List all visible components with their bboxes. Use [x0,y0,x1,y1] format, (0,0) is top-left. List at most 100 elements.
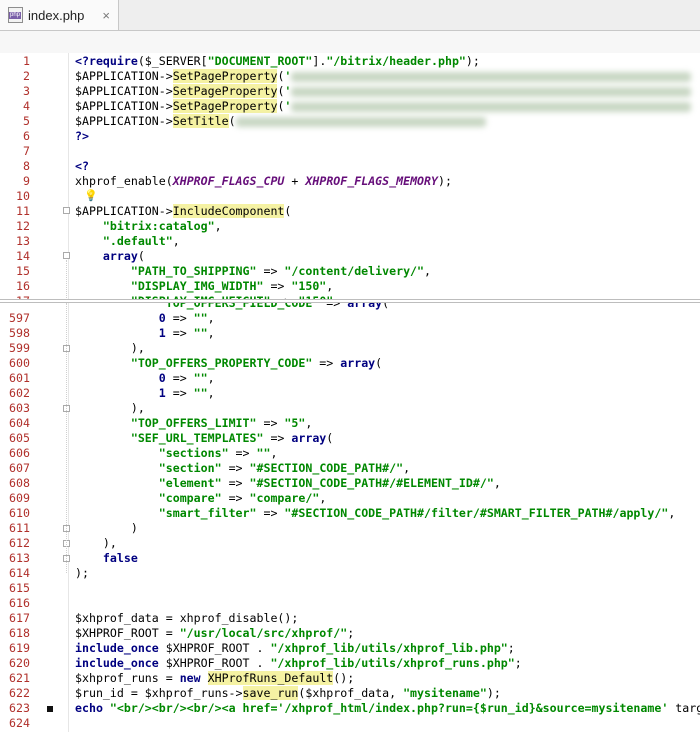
lightbulb-icon[interactable]: 💡 [84,189,98,202]
code-text[interactable]: "TOP_OFFERS_PROPERTY_CODE" => array( [75,356,382,371]
line-number: 621 [9,671,30,685]
code-line[interactable]: 617 $xhprof_data = xhprof_disable(); [0,611,700,626]
code-line[interactable]: 600 "TOP_OFFERS_PROPERTY_CODE" => array( [0,356,700,371]
code-line[interactable]: 1 <?require($_SERVER["DOCUMENT_ROOT"]."/b… [0,54,700,69]
code-line[interactable]: 16 "DISPLAY_IMG_WIDTH" => "150", [0,279,700,294]
code-line[interactable]: 598 1 => "", [0,326,700,341]
code-text[interactable]: include_once $XHPROF_ROOT . "/xhprof_lib… [75,656,522,671]
code-text[interactable]: "PATH_TO_SHIPPING" => "/content/delivery… [75,264,431,279]
code-line[interactable]: 604 "TOP_OFFERS_LIMIT" => "5", [0,416,700,431]
code-text[interactable]: include_once $XHPROF_ROOT . "/xhprof_lib… [75,641,515,656]
code-text[interactable]: $APPLICATION->SetTitle( [75,114,486,129]
editor-pane-top[interactable]: 1 <?require($_SERVER["DOCUMENT_ROOT"]."/b… [0,53,700,300]
close-icon[interactable]: × [102,8,110,23]
code-line[interactable]: 607 "section" => "#SECTION_CODE_PATH#/", [0,461,700,476]
code-line[interactable]: 624 [0,716,700,731]
code-line[interactable]: 606 "sections" => "", [0,446,700,461]
line-number: 598 [9,326,30,340]
code-text[interactable]: $xhprof_data = xhprof_disable(); [75,611,298,626]
code-text[interactable]: ".default", [75,234,180,249]
code-line[interactable]: 622 $run_id = $xhprof_runs->save_run($xhp… [0,686,700,701]
fold-marker-icon[interactable] [63,207,70,214]
line-number: 5 [23,114,30,128]
code-line[interactable]: 11 $APPLICATION->IncludeComponent( [0,204,700,219]
code-text[interactable]: ), [75,401,145,416]
code-line[interactable]: 603 ), [0,401,700,416]
code-text[interactable]: 1 => "", [75,386,215,401]
code-line[interactable]: 616 [0,596,700,611]
code-line[interactable]: 623 echo "<br/><br/><br/><a href='/xhprof… [0,701,700,716]
code-text[interactable]: 0 => "", [75,311,215,326]
code-text[interactable]: ) [75,521,138,536]
code-line[interactable]: 612 ), [0,536,700,551]
code-text[interactable]: array( [75,249,145,264]
code-text[interactable]: 1 => "", [75,326,215,341]
code-text[interactable]: <?require($_SERVER["DOCUMENT_ROOT"]."/bi… [75,54,480,69]
editor-pane-bottom[interactable]: "TOP_OFFERS_FIELD_CODE" => array(597 0 =… [0,303,700,732]
code-text[interactable]: echo "<br/><br/><br/><a href='/xhprof_ht… [75,701,700,716]
code-line[interactable]: 6 ?> [0,129,700,144]
code-line[interactable]: 618 $XHPROF_ROOT = "/usr/local/src/xhprof… [0,626,700,641]
code-text[interactable]: "DISPLAY_IMG_WIDTH" => "150", [75,279,333,294]
code-line[interactable]: 12 "bitrix:catalog", [0,219,700,234]
line-number: 13 [16,234,30,248]
code-line[interactable]: 621 $xhprof_runs = new XHProfRuns_Default… [0,671,700,686]
code-text[interactable]: xhprof_enable(XHPROF_FLAGS_CPU + XHPROF_… [75,174,452,189]
code-line[interactable]: 613 false [0,551,700,566]
code-text[interactable]: "TOP_OFFERS_LIMIT" => "5", [75,416,313,431]
tab-index-php[interactable]: php index.php × [0,0,119,30]
code-text[interactable]: 0 => "", [75,371,215,386]
code-line[interactable]: 601 0 => "", [0,371,700,386]
code-text[interactable]: ), [75,341,145,356]
code-line[interactable]: 7 [0,144,700,159]
line-number: 4 [23,99,30,113]
code-text[interactable]: "compare" => "compare/", [75,491,327,506]
code-text[interactable]: $APPLICATION->SetPageProperty(' [75,69,692,84]
code-text[interactable]: false [75,551,138,566]
line-number: 616 [9,596,30,610]
code-line[interactable]: 599 ), [0,341,700,356]
code-text[interactable]: "SEF_URL_TEMPLATES" => array( [75,431,333,446]
code-line[interactable]: 4 $APPLICATION->SetPageProperty(' [0,99,700,114]
code-line[interactable]: 15 "PATH_TO_SHIPPING" => "/content/deliv… [0,264,700,279]
code-text[interactable]: "section" => "#SECTION_CODE_PATH#/", [75,461,410,476]
code-text[interactable]: "bitrix:catalog", [75,219,222,234]
code-text[interactable]: "smart_filter" => "#SECTION_CODE_PATH#/f… [75,506,676,521]
code-line[interactable]: 605 "SEF_URL_TEMPLATES" => array( [0,431,700,446]
line-number: 612 [9,536,30,550]
code-line[interactable]: 10 [0,189,700,204]
code-line[interactable]: 8 <? [0,159,700,174]
code-line[interactable]: 611 ) [0,521,700,536]
code-text[interactable]: <? [75,159,89,174]
code-text[interactable]: ?> [75,129,89,144]
code-line[interactable]: 619 include_once $XHPROF_ROOT . "/xhprof_… [0,641,700,656]
code-text[interactable]: ), [75,536,117,551]
line-number: 6 [23,129,30,143]
code-text[interactable]: "TOP_OFFERS_FIELD_CODE" => array( [75,303,389,311]
code-text[interactable]: $APPLICATION->SetPageProperty(' [75,99,692,114]
code-line[interactable]: 13 ".default", [0,234,700,249]
code-line[interactable]: 610 "smart_filter" => "#SECTION_CODE_PAT… [0,506,700,521]
fold-marker-icon[interactable] [63,252,70,259]
code-line[interactable]: 2 $APPLICATION->SetPageProperty(' [0,69,700,84]
code-text[interactable]: $APPLICATION->IncludeComponent( [75,204,291,219]
code-line[interactable]: 5 $APPLICATION->SetTitle( [0,114,700,129]
code-text[interactable]: $APPLICATION->SetPageProperty(' [75,84,692,99]
code-line[interactable]: 597 0 => "", [0,311,700,326]
code-text[interactable]: $xhprof_runs = new XHProfRuns_Default(); [75,671,354,686]
code-line[interactable]: 608 "element" => "#SECTION_CODE_PATH#/#E… [0,476,700,491]
code-line[interactable]: 14 array( [0,249,700,264]
code-line[interactable]: 609 "compare" => "compare/", [0,491,700,506]
code-line[interactable]: 602 1 => "", [0,386,700,401]
code-line[interactable]: 620 include_once $XHPROF_ROOT . "/xhprof_… [0,656,700,671]
code-line[interactable]: "TOP_OFFERS_FIELD_CODE" => array( [0,303,700,311]
code-text[interactable]: $XHPROF_ROOT = "/usr/local/src/xhprof/"; [75,626,354,641]
code-text[interactable]: "sections" => "", [75,446,278,461]
code-line[interactable]: 615 [0,581,700,596]
code-text[interactable]: $run_id = $xhprof_runs->save_run($xhprof… [75,686,501,701]
code-text[interactable]: ); [75,566,89,581]
code-line[interactable]: 614); [0,566,700,581]
code-line[interactable]: 9 xhprof_enable(XHPROF_FLAGS_CPU + XHPROF… [0,174,700,189]
code-line[interactable]: 3 $APPLICATION->SetPageProperty(' [0,84,700,99]
code-text[interactable]: "element" => "#SECTION_CODE_PATH#/#ELEME… [75,476,501,491]
